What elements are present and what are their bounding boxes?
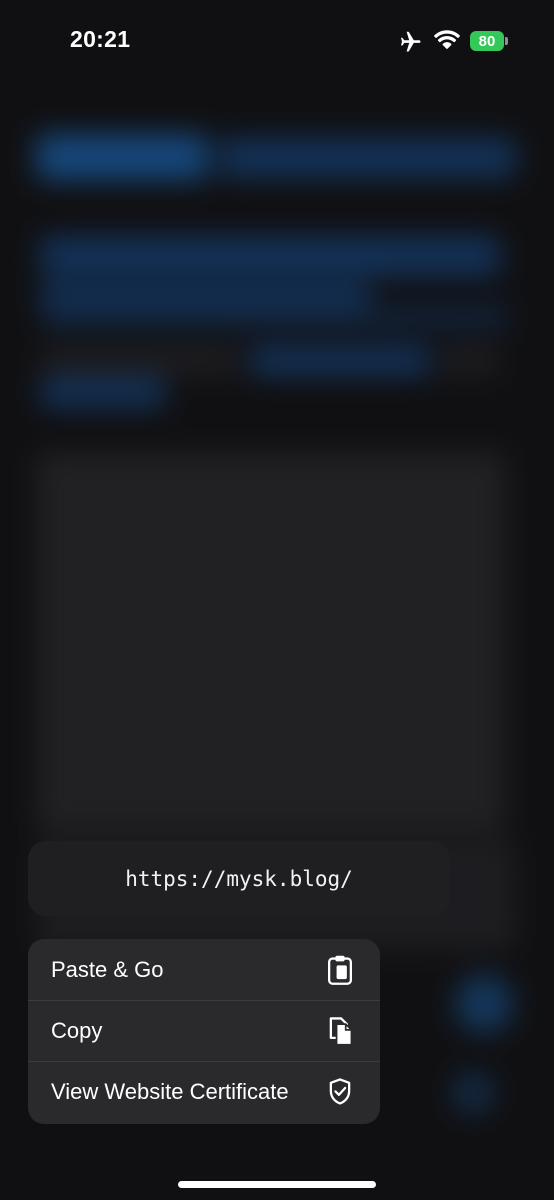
context-menu: Paste & Go Copy View Website Certificate: [28, 939, 380, 1124]
copy-icon: [329, 1017, 353, 1046]
status-icons: 80: [398, 29, 508, 53]
screen: 20:21 80 https://mysk.blog/ Paste & Go C…: [0, 0, 554, 1200]
menu-item-label: Copy: [51, 1018, 103, 1043]
airplane-icon: [401, 31, 421, 52]
paste-and-go-menu-item[interactable]: Paste & Go: [28, 939, 380, 1000]
status-time: 20:21: [70, 26, 131, 52]
url-preview-card: https://mysk.blog/: [28, 841, 450, 916]
home-indicator[interactable]: [178, 1181, 376, 1188]
url-preview-text: https://mysk.blog/: [125, 866, 353, 891]
battery-tip: [505, 37, 508, 45]
battery-charging-icon: 80: [470, 30, 508, 52]
view-website-certificate-menu-item[interactable]: View Website Certificate: [28, 1061, 380, 1122]
status-bar: 20:21 80: [0, 0, 554, 84]
battery-level: 80: [470, 31, 504, 51]
menu-item-label: Paste & Go: [51, 956, 164, 982]
shield-check-icon: [329, 1078, 351, 1105]
wifi-icon: [434, 30, 460, 49]
menu-item-label: View Website Certificate: [51, 1079, 289, 1104]
copy-menu-item[interactable]: Copy: [28, 1000, 380, 1061]
paste-icon: [328, 955, 352, 985]
